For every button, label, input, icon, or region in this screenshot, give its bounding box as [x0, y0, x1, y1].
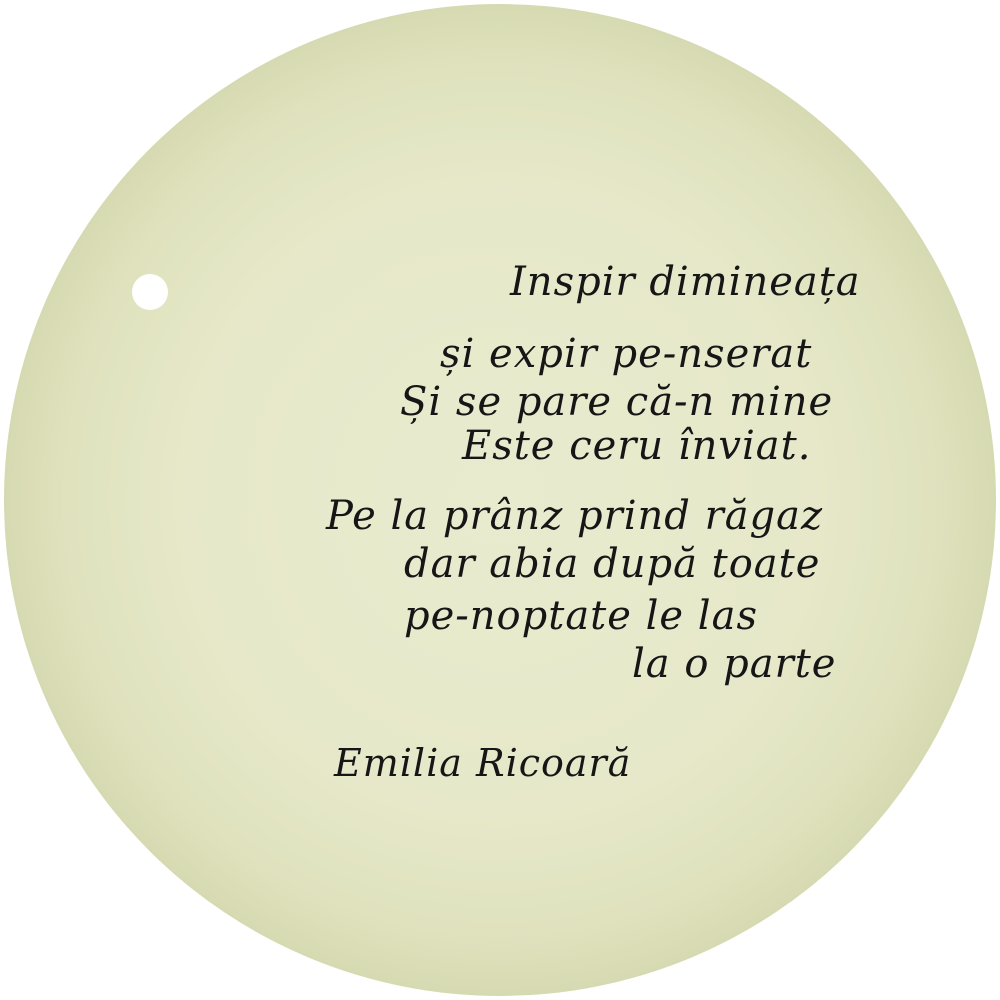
round-paper-card: Inspir dimineața și expir pe-nserat Și s…: [4, 4, 996, 996]
poem-line-6: dar abia după toate: [404, 541, 821, 587]
punch-hole: [132, 274, 168, 310]
poem-line-4: Este ceru înviat.: [462, 423, 812, 469]
poem-line-3: Și se pare că-n mine: [400, 379, 834, 425]
poem-line-5: Pe la prânz prind răgaz: [326, 493, 824, 539]
poem-line-1: Inspir dimineața: [510, 259, 861, 305]
poem-line-7: pe-noptate le las: [404, 593, 758, 639]
poem-line-8: la o parte: [632, 641, 837, 687]
author-signature: Emilia Ricoară: [334, 741, 632, 785]
poem-line-2: și expir pe-nserat: [440, 331, 813, 377]
